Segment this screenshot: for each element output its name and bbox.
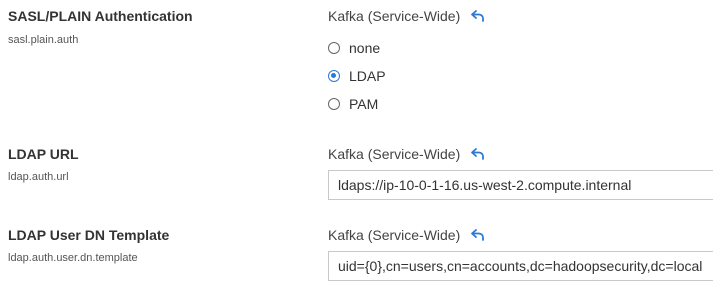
radio-option-none[interactable]: none (328, 40, 380, 56)
scope-text: Kafka (Service-Wide) (328, 8, 461, 24)
undo-icon[interactable] (470, 8, 486, 24)
setting-key: ldap.auth.user.dn.template (8, 252, 138, 264)
scope-text: Kafka (Service-Wide) (328, 227, 461, 243)
ldap-url-input[interactable]: ldaps://ip-10-0-1-16.us-west-2.compute.i… (328, 170, 713, 200)
radio-label: none (349, 40, 381, 56)
ldap-user-dn-template-input[interactable]: uid={0},cn=users,cn=accounts,dc=hadoopse… (328, 251, 713, 281)
radio-button[interactable] (328, 98, 340, 110)
radio-label: LDAP (349, 68, 386, 84)
setting-key: ldap.auth.url (8, 171, 69, 183)
scope-label: Kafka (Service-Wide) (328, 146, 486, 162)
setting-title: LDAP User DN Template (8, 227, 170, 243)
radio-label: PAM (349, 96, 379, 112)
radio-option-ldap[interactable]: LDAP (328, 68, 386, 84)
setting-title: LDAP URL (8, 146, 79, 162)
radio-button-selected[interactable] (328, 70, 340, 82)
scope-text: Kafka (Service-Wide) (328, 146, 461, 162)
undo-icon[interactable] (470, 146, 486, 162)
scope-label: Kafka (Service-Wide) (328, 8, 486, 24)
setting-key: sasl.plain.auth (8, 34, 79, 46)
undo-icon[interactable] (470, 227, 486, 243)
radio-button[interactable] (328, 42, 340, 54)
scope-label: Kafka (Service-Wide) (328, 227, 486, 243)
radio-option-pam[interactable]: PAM (328, 96, 378, 112)
setting-title: SASL/PLAIN Authentication (8, 8, 193, 24)
